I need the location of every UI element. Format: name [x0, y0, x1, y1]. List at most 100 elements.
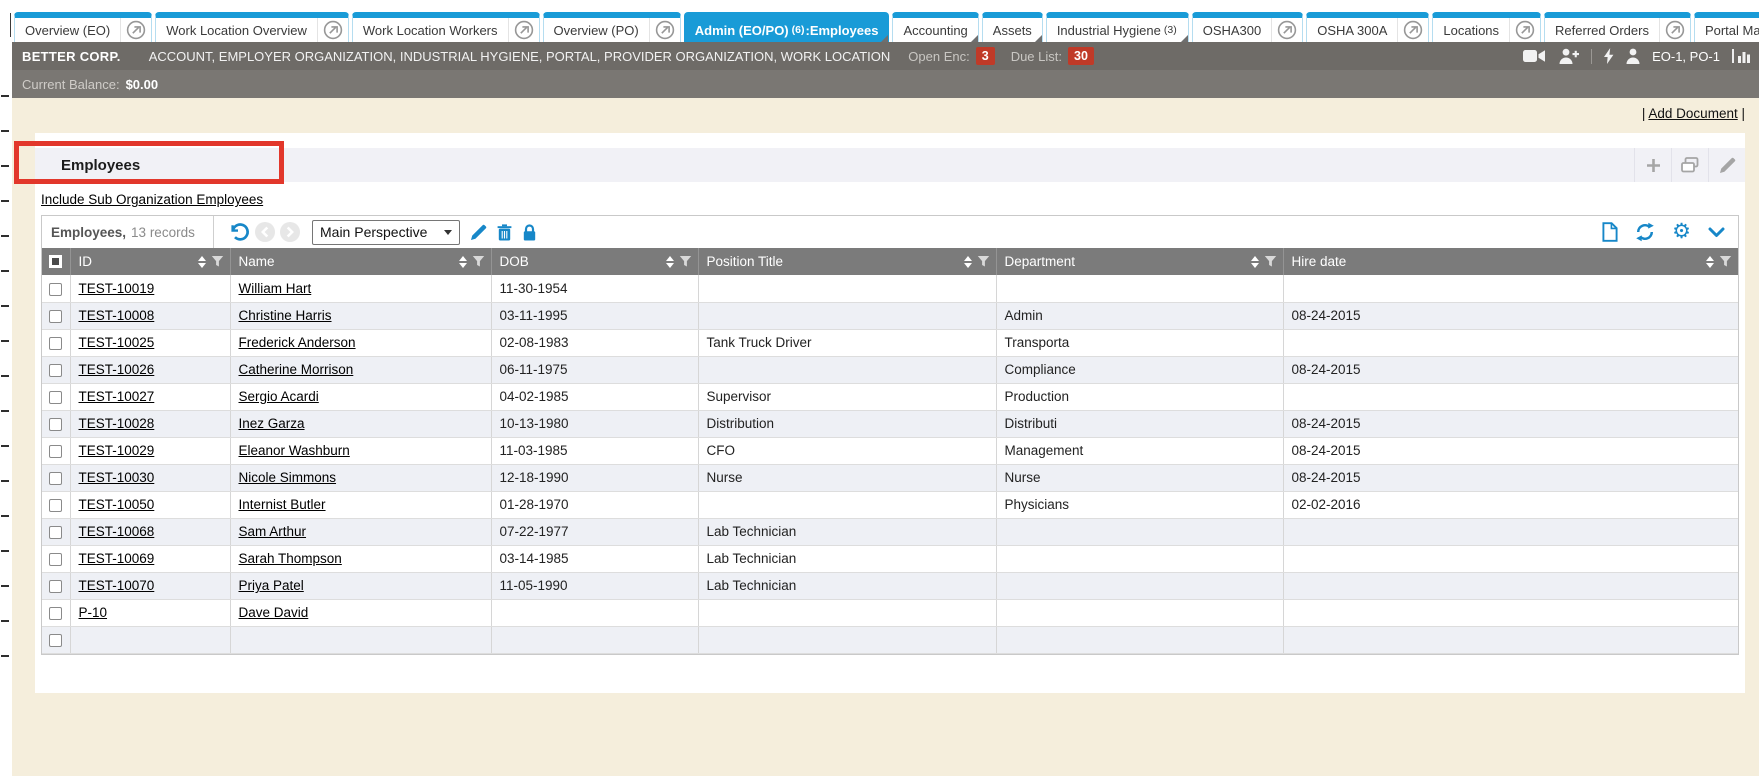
- open-in-new-icon[interactable]: [317, 18, 348, 42]
- column-header-hire-date[interactable]: Hire date: [1283, 248, 1738, 275]
- column-header-dob[interactable]: DOB: [491, 248, 698, 275]
- row-checkbox[interactable]: [49, 607, 62, 620]
- employee-id-link[interactable]: TEST-10068: [79, 524, 155, 539]
- employee-id-link[interactable]: TEST-10050: [79, 497, 155, 512]
- row-checkbox[interactable]: [49, 445, 62, 458]
- tab-assets[interactable]: Assets: [982, 12, 1043, 42]
- refresh-icon[interactable]: [1635, 222, 1655, 242]
- person-icon[interactable]: [1626, 48, 1640, 64]
- employee-name-link[interactable]: Frederick Anderson: [239, 335, 356, 350]
- employee-id-link[interactable]: TEST-10029: [79, 443, 155, 458]
- row-checkbox[interactable]: [49, 634, 62, 647]
- due-list-badge[interactable]: 30: [1068, 47, 1094, 65]
- open-in-new-icon[interactable]: [649, 18, 680, 42]
- filter-funnel-icon[interactable]: [679, 255, 692, 268]
- employee-id-link[interactable]: TEST-10030: [79, 470, 155, 485]
- employee-id-link[interactable]: TEST-10019: [79, 281, 155, 296]
- employee-id-link[interactable]: TEST-10008: [79, 308, 155, 323]
- tab-osha-300a[interactable]: OSHA 300A: [1306, 12, 1429, 42]
- edit-pencil-icon[interactable]: [1708, 148, 1745, 182]
- tab-admin-eo-po[interactable]: Admin (EO/PO)(6):Employees: [684, 12, 890, 42]
- prev-page-icon[interactable]: [255, 222, 275, 242]
- sort-icon[interactable]: [1251, 252, 1259, 272]
- new-document-icon[interactable]: [1602, 222, 1618, 242]
- row-checkbox[interactable]: [49, 418, 62, 431]
- employee-id-link[interactable]: TEST-10026: [79, 362, 155, 377]
- person-add-icon[interactable]: [1558, 48, 1579, 64]
- open-in-new-icon[interactable]: [1397, 18, 1428, 42]
- add-plus-icon[interactable]: [1634, 148, 1671, 182]
- employee-id-link[interactable]: TEST-10025: [79, 335, 155, 350]
- sort-icon[interactable]: [198, 252, 206, 272]
- select-all-header[interactable]: [42, 248, 70, 275]
- row-checkbox[interactable]: [49, 310, 62, 323]
- employee-id-link[interactable]: P-10: [79, 605, 108, 620]
- open-in-new-icon[interactable]: [1659, 18, 1690, 42]
- employee-name-link[interactable]: Sergio Acardi: [239, 389, 319, 404]
- select-all-checkbox[interactable]: [49, 255, 62, 268]
- tab-referred-orders[interactable]: Referred Orders: [1544, 12, 1691, 42]
- row-checkbox[interactable]: [49, 526, 62, 539]
- tab-osha300[interactable]: OSHA300: [1192, 12, 1304, 42]
- row-checkbox[interactable]: [49, 391, 62, 404]
- next-page-icon[interactable]: [280, 222, 300, 242]
- filter-funnel-icon[interactable]: [472, 255, 485, 268]
- filter-funnel-icon[interactable]: [1719, 255, 1732, 268]
- employee-name-link[interactable]: Priya Patel: [239, 578, 304, 593]
- edit-perspective-icon[interactable]: [470, 224, 487, 241]
- tab-work-location-workers[interactable]: Work Location Workers: [352, 12, 540, 42]
- tab-work-location-overview[interactable]: Work Location Overview: [155, 12, 349, 42]
- column-header-name[interactable]: Name: [230, 248, 491, 275]
- employee-name-link[interactable]: Sam Arthur: [239, 524, 307, 539]
- row-checkbox[interactable]: [49, 580, 62, 593]
- sort-icon[interactable]: [964, 252, 972, 272]
- trash-icon[interactable]: [497, 224, 512, 241]
- employee-name-link[interactable]: Eleanor Washburn: [239, 443, 350, 458]
- copy-pages-icon[interactable]: [1671, 148, 1708, 182]
- column-header-id[interactable]: ID: [70, 248, 230, 275]
- perspective-select[interactable]: Main Perspective: [312, 220, 460, 245]
- row-checkbox[interactable]: [49, 364, 62, 377]
- undo-icon[interactable]: [229, 222, 250, 243]
- add-document-link[interactable]: Add Document: [1648, 106, 1737, 121]
- tab-locations[interactable]: Locations: [1432, 12, 1541, 42]
- employee-name-link[interactable]: William Hart: [239, 281, 312, 296]
- filter-funnel-icon[interactable]: [1264, 255, 1277, 268]
- employee-name-link[interactable]: Catherine Morrison: [239, 362, 354, 377]
- collapse-chevron-icon[interactable]: [1708, 227, 1725, 238]
- employee-id-link[interactable]: TEST-10069: [79, 551, 155, 566]
- employee-id-link[interactable]: TEST-10028: [79, 416, 155, 431]
- employee-name-link[interactable]: Sarah Thompson: [239, 551, 342, 566]
- filter-funnel-icon[interactable]: [211, 255, 224, 268]
- settings-gear-icon[interactable]: ⚙: [1672, 222, 1691, 242]
- open-in-new-icon[interactable]: [1271, 18, 1302, 42]
- employee-name-link[interactable]: Nicole Simmons: [239, 470, 337, 485]
- video-camera-icon[interactable]: [1523, 49, 1546, 63]
- open-enc-badge[interactable]: 3: [976, 47, 995, 65]
- filter-funnel-icon[interactable]: [977, 255, 990, 268]
- tab-overview-eo[interactable]: Overview (EO): [14, 12, 152, 42]
- open-in-new-icon[interactable]: [1509, 18, 1540, 42]
- sort-icon[interactable]: [459, 252, 467, 272]
- lock-icon[interactable]: [522, 224, 537, 241]
- lightning-icon[interactable]: [1604, 48, 1614, 64]
- employee-id-link[interactable]: TEST-10027: [79, 389, 155, 404]
- employee-name-link[interactable]: Dave David: [239, 605, 309, 620]
- sort-icon[interactable]: [1706, 252, 1714, 272]
- open-in-new-icon[interactable]: [120, 18, 151, 42]
- tab-portal-manage[interactable]: Portal Manage: [1694, 12, 1759, 42]
- user-context-label[interactable]: EO-1, PO-1: [1652, 49, 1720, 64]
- row-checkbox[interactable]: [49, 499, 62, 512]
- column-header-position-title[interactable]: Position Title: [698, 248, 996, 275]
- employee-name-link[interactable]: Internist Butler: [239, 497, 326, 512]
- employee-name-link[interactable]: Christine Harris: [239, 308, 332, 323]
- sort-icon[interactable]: [666, 252, 674, 272]
- row-checkbox[interactable]: [49, 337, 62, 350]
- row-checkbox[interactable]: [49, 472, 62, 485]
- open-in-new-icon[interactable]: [508, 18, 539, 42]
- tab-accounting[interactable]: Accounting: [892, 12, 978, 42]
- tab-overview-po[interactable]: Overview (PO): [543, 12, 681, 42]
- include-sub-org-link[interactable]: Include Sub Organization Employees: [41, 192, 263, 207]
- employee-id-link[interactable]: TEST-10070: [79, 578, 155, 593]
- employee-name-link[interactable]: Inez Garza: [239, 416, 305, 431]
